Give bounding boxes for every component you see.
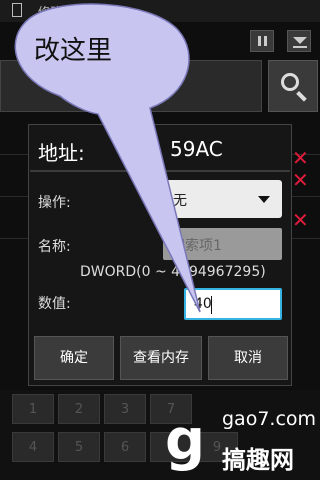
annotation-text: 改这里: [34, 36, 113, 66]
watermark-name: 搞趣网: [222, 446, 294, 474]
watermark-url: gao7.com: [222, 408, 317, 430]
watermark-logo: g: [165, 408, 206, 473]
